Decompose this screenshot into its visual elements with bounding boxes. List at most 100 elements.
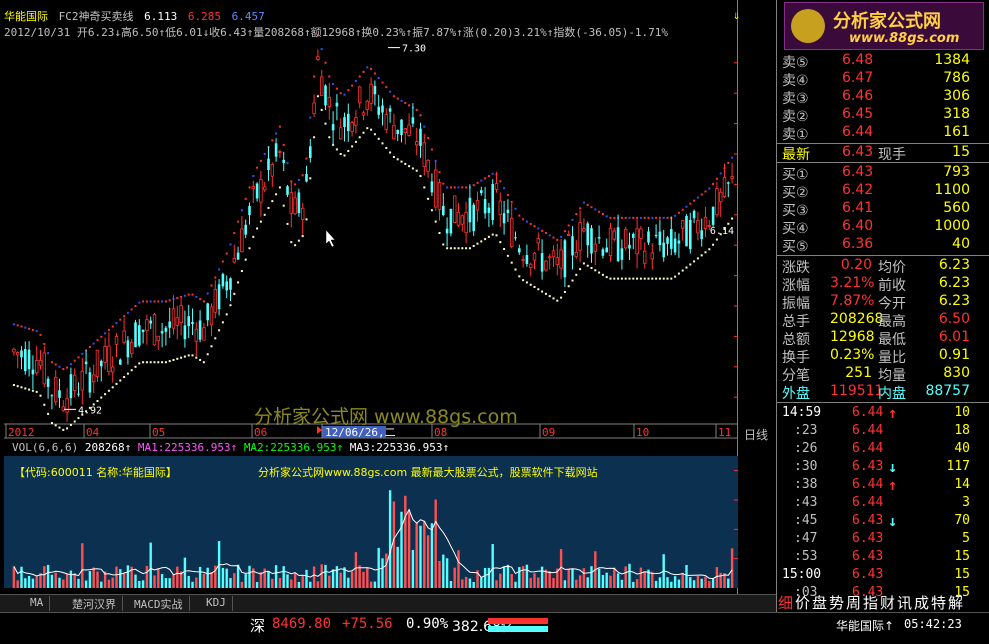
stat-value: 251 [845, 365, 872, 381]
volume-bar [381, 558, 384, 588]
candle-body [381, 105, 384, 113]
volume-bar [419, 525, 422, 588]
candle-body [282, 159, 285, 163]
volume-bar [385, 553, 388, 588]
period-label[interactable]: 日线 [744, 426, 768, 443]
ask-price: 6.45 [842, 106, 874, 122]
bid-row[interactable]: 买③ 6.41 560 [780, 200, 970, 219]
panel-tab[interactable]: 指 [863, 592, 878, 613]
candle-body [460, 215, 464, 225]
ohlc-line: 2012/10/31 开6.23↓高6.50↑低6.01↓收6.43↑量2082… [4, 26, 669, 39]
stat-row: 外盘 119511 内盘 88757 [780, 383, 970, 402]
tick-price: 6.44 [852, 405, 884, 420]
volume-bar [715, 567, 719, 588]
index-change: +75.56 [342, 616, 393, 632]
ask-label: 卖① [782, 127, 809, 143]
bid-row[interactable]: 买④ 6.40 1000 [780, 218, 970, 237]
panel-tab[interactable]: 价 [795, 592, 810, 613]
stat-value2: 830 [943, 365, 970, 381]
pin-icon[interactable]: ⇓ [733, 8, 740, 22]
mouse-cursor-icon [325, 229, 336, 248]
candle-body [209, 306, 214, 326]
candle-body [605, 247, 608, 253]
candle-body [677, 240, 681, 244]
ask-label: 卖④ [782, 73, 809, 89]
candle-body [536, 238, 540, 244]
status-stock[interactable]: 华能国际↑ [836, 617, 894, 634]
panel-tab[interactable]: 势 [829, 592, 844, 613]
volume-bar [320, 564, 323, 588]
tab-chuhe[interactable]: 楚河汉界 [66, 596, 123, 611]
volume-bar [590, 566, 593, 588]
candle-body [50, 395, 54, 397]
tab-ma[interactable]: MA [24, 596, 51, 611]
formula-v3: 6.457 [231, 10, 265, 23]
volume-bar [305, 569, 308, 588]
candle-body [69, 374, 73, 399]
volume-bar [324, 564, 327, 588]
kline-chart-panel[interactable]: 7.207.006.806.606.406.206.005.805.605.40… [4, 0, 738, 594]
candle-body [514, 237, 517, 239]
candle-body [248, 205, 251, 216]
candle-body [34, 360, 39, 374]
candle-body [229, 278, 232, 290]
tick-volume: 70 [954, 513, 970, 528]
panel-tab[interactable]: 解 [948, 592, 963, 613]
tick-time: :45 [794, 513, 818, 528]
panel-tab[interactable]: 成 [914, 592, 929, 613]
volume-bar [240, 581, 244, 588]
bid-row[interactable]: 买⑤ 6.36 40 [780, 236, 970, 255]
tick-time: 14:59 [782, 405, 822, 420]
volume-bar [529, 577, 532, 588]
ask-row[interactable]: 卖④ 6.47 786 [780, 70, 970, 89]
volume-bar [540, 566, 544, 588]
ask-row[interactable]: 卖③ 6.46 306 [780, 88, 970, 107]
volume-bar [605, 572, 608, 588]
volume-bar [195, 577, 198, 588]
volume-bar [50, 574, 54, 588]
panel-tab[interactable]: 财 [880, 592, 895, 613]
volume-bar [730, 548, 734, 588]
panel-tab[interactable]: 周 [846, 592, 861, 613]
tick-time: :26 [794, 441, 818, 456]
ask-row[interactable]: 卖⑤ 6.48 1384 [780, 52, 970, 71]
divider [776, 255, 989, 256]
panel-tab[interactable]: 细 [778, 592, 793, 613]
candle-body [711, 206, 715, 225]
formula-name: FC2神奇买卖线 [58, 10, 134, 23]
latest-row: 最新 6.43 现手 15 [780, 144, 970, 163]
stat-label2: 最低 [878, 332, 906, 348]
volume-bar [278, 577, 282, 588]
stat-row: 换手 0.23% 量比 0.91 [780, 347, 970, 366]
low-annotation: 4.92 [78, 405, 102, 416]
ask-row[interactable]: 卖② 6.45 318 [780, 106, 970, 125]
candle-body [620, 248, 624, 260]
ask-row[interactable]: 卖① 6.44 161 [780, 124, 970, 143]
candle-body [437, 182, 442, 210]
tab-macd[interactable]: MACD实战 [128, 596, 190, 611]
bid-row[interactable]: 买② 6.42 1100 [780, 182, 970, 201]
volume-bar [632, 581, 635, 588]
stat-value2: 6.23 [938, 257, 970, 273]
panel-tab[interactable]: 特 [931, 592, 946, 613]
volume-bar [461, 579, 464, 588]
high-annotation: 7.30 [402, 44, 426, 55]
volume-bar [518, 567, 521, 588]
panel-tab[interactable]: 盘 [812, 592, 827, 613]
stat-label2: 最高 [878, 314, 906, 330]
candle-body [419, 128, 422, 146]
candle-body [31, 369, 35, 375]
candle-body [92, 374, 96, 383]
date-tick-label: 05 [152, 426, 165, 439]
tick-price: 6.43 [852, 459, 884, 474]
volume-bar [624, 566, 627, 588]
kline-chart[interactable]: 7.207.006.806.606.406.206.005.805.605.40… [4, 0, 738, 594]
candle-body [498, 200, 502, 215]
volume-bar [81, 543, 84, 588]
candle-body [357, 86, 362, 104]
bid-row[interactable]: 买① 6.43 793 [780, 164, 970, 183]
panel-tab[interactable]: 讯 [897, 592, 912, 613]
tab-kdj[interactable]: KDJ [200, 596, 233, 611]
candle-body [171, 308, 176, 329]
candle-body [100, 360, 103, 367]
